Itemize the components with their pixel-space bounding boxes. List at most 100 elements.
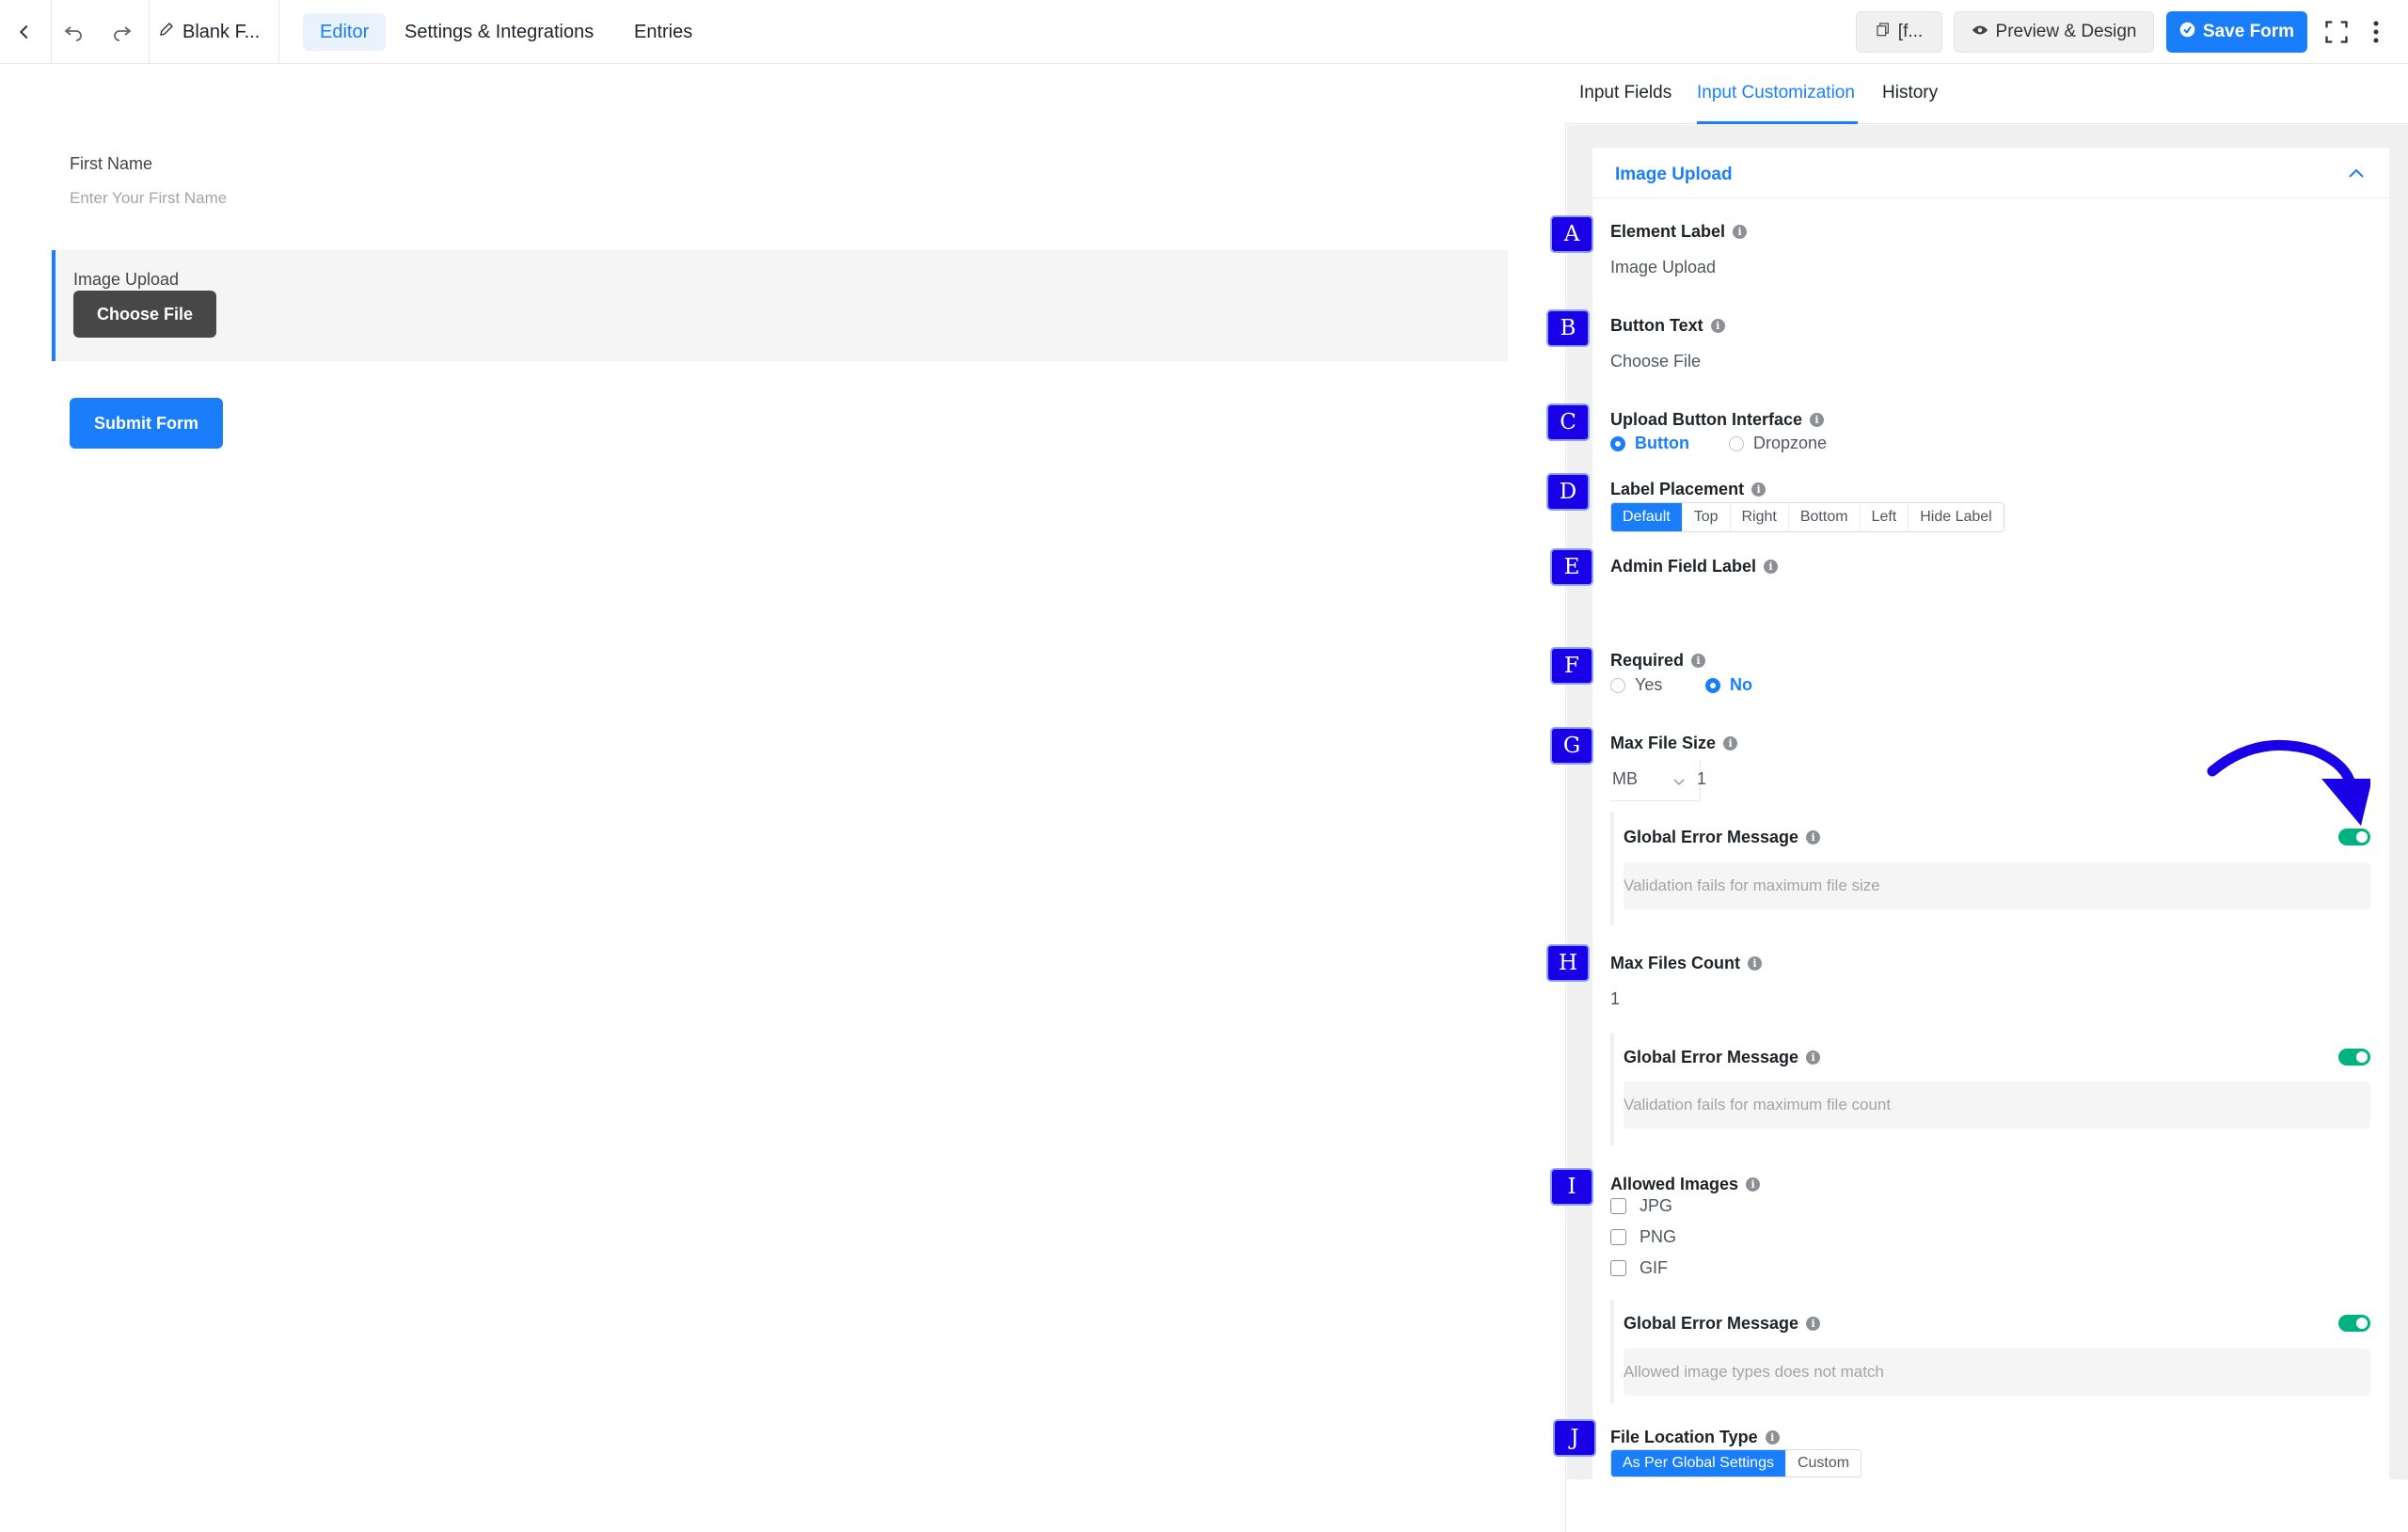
info-icon[interactable]: i <box>1806 1050 1821 1065</box>
error-message-label: Global Error Message <box>1624 828 1799 846</box>
badge-e: E <box>1552 550 1592 584</box>
section-title[interactable]: Image Upload <box>1615 165 1733 185</box>
form-name[interactable]: Blank F... <box>158 21 260 43</box>
label-placement-label: Label Placement <box>1610 480 1745 498</box>
allowed-error-toggle[interactable] <box>2338 1315 2370 1332</box>
max-count-error-toggle[interactable] <box>2338 1049 2370 1066</box>
admin-label-text: Admin Field Label <box>1610 557 1757 576</box>
option-right[interactable]: Right <box>1731 503 1789 531</box>
tab-input-customization[interactable]: Input Customization <box>1697 83 1855 103</box>
divider <box>149 0 150 64</box>
option-default[interactable]: Default <box>1611 503 1683 531</box>
checkbox-label: GIF <box>1640 1258 1668 1277</box>
radio-no[interactable]: No <box>1705 675 1752 695</box>
checkbox-jpg[interactable]: JPG <box>1610 1196 1672 1216</box>
preview-label: Preview & Design <box>1995 22 2137 41</box>
more-vertical-icon[interactable] <box>2361 17 2391 47</box>
tab-entries[interactable]: Entries <box>617 13 709 51</box>
info-icon[interactable]: i <box>1806 1317 1821 1331</box>
redo-icon[interactable] <box>107 17 137 47</box>
upload-interface-title: Upload Button Interface i <box>1610 410 1825 430</box>
upload-interface-label: Upload Button Interface <box>1610 410 1803 429</box>
admin-label-input[interactable] <box>1610 585 2344 623</box>
scrollbar[interactable] <box>2389 125 2408 1479</box>
required-label: Required <box>1610 651 1685 670</box>
save-label: Save Form <box>2202 22 2295 41</box>
button-text-input[interactable]: Choose File <box>1610 352 1701 371</box>
shortcode-button[interactable]: [f... <box>1856 11 1942 53</box>
info-icon[interactable]: i <box>1723 736 1738 750</box>
max-file-size-input[interactable]: 1 <box>1697 769 1706 789</box>
checkbox-label: JPG <box>1640 1196 1673 1215</box>
eye-icon <box>1972 22 1988 42</box>
chevron-up-icon[interactable] <box>2348 164 2365 183</box>
image-upload-field[interactable] <box>52 250 1508 361</box>
allowed-images-title: Allowed Images i <box>1610 1175 1761 1194</box>
max-file-size-title: Max File Size i <box>1610 734 1738 753</box>
info-icon[interactable]: i <box>1765 1430 1780 1445</box>
label-placement-options: Default Top Right Bottom Left Hide Label <box>1610 502 2004 532</box>
max-count-error-title: Global Error Message i <box>1624 1048 1821 1067</box>
allowed-error-input[interactable]: Allowed image types does not match <box>1624 1349 2370 1396</box>
badge-i: I <box>1552 1170 1592 1204</box>
element-label-input[interactable]: Image Upload <box>1610 258 1716 277</box>
option-left[interactable]: Left <box>1861 503 1909 531</box>
allowed-images-label: Allowed Images <box>1610 1175 1739 1193</box>
undo-icon[interactable] <box>58 17 88 47</box>
pencil-icon <box>158 21 175 43</box>
radio-dot <box>1705 677 1720 693</box>
option-global-settings[interactable]: As Per Global Settings <box>1611 1450 1786 1477</box>
badge-j: J <box>1555 1421 1594 1455</box>
info-icon[interactable]: i <box>1764 560 1779 574</box>
file-size-unit-select[interactable]: MB <box>1610 760 1701 801</box>
info-icon[interactable]: i <box>1806 830 1821 845</box>
tab-input-fields[interactable]: Input Fields <box>1579 83 1671 103</box>
badge-b: B <box>1548 311 1588 345</box>
radio-dot <box>1610 435 1625 451</box>
first-name-input[interactable]: Enter Your First Name <box>70 189 227 208</box>
badge-h: H <box>1548 946 1588 980</box>
tab-settings-integrations[interactable]: Settings & Integrations <box>388 13 610 51</box>
info-icon[interactable]: i <box>1691 654 1706 668</box>
radio-label: Dropzone <box>1753 434 1828 452</box>
info-icon[interactable]: i <box>1748 956 1763 971</box>
back-icon[interactable] <box>9 17 40 47</box>
info-icon[interactable]: i <box>1810 413 1825 427</box>
error-placeholder: Validation fails for maximum file size <box>1624 877 1880 894</box>
info-icon[interactable]: i <box>1751 482 1766 497</box>
label-placement-title: Label Placement i <box>1610 480 1766 499</box>
option-top[interactable]: Top <box>1683 503 1731 531</box>
max-size-error-input[interactable]: Validation fails for maximum file size <box>1624 862 2370 909</box>
preview-design-button[interactable]: Preview & Design <box>1954 11 2154 53</box>
radio-label: Yes <box>1635 675 1663 694</box>
max-files-count-title: Max Files Count i <box>1610 954 1763 973</box>
max-files-count-label: Max Files Count <box>1610 954 1741 972</box>
checkbox-gif[interactable]: GIF <box>1610 1258 1668 1278</box>
choose-file-button[interactable]: Choose File <box>73 291 216 338</box>
radio-button[interactable]: Button <box>1610 434 1689 453</box>
radio-dropzone[interactable]: Dropzone <box>1729 434 1827 453</box>
badge-g: G <box>1552 729 1592 763</box>
checkbox-png[interactable]: PNG <box>1610 1227 1676 1247</box>
save-form-button[interactable]: Save Form <box>2166 11 2307 53</box>
fullscreen-icon[interactable] <box>2321 17 2352 47</box>
divider <box>51 0 52 64</box>
option-hide-label[interactable]: Hide Label <box>1909 503 2004 531</box>
info-icon[interactable]: i <box>1733 225 1748 239</box>
copy-icon <box>1876 22 1891 42</box>
info-icon[interactable]: i <box>1710 319 1725 333</box>
badge-a: A <box>1552 217 1592 251</box>
tab-history[interactable]: History <box>1882 83 1938 103</box>
max-files-count-input[interactable]: 1 <box>1610 989 1620 1009</box>
top-bar: Blank F... Editor Settings & Integration… <box>0 0 2408 64</box>
radio-yes[interactable]: Yes <box>1610 675 1662 695</box>
info-icon[interactable]: i <box>1746 1177 1761 1192</box>
max-count-error-input[interactable]: Validation fails for maximum file count <box>1624 1082 2370 1129</box>
option-bottom[interactable]: Bottom <box>1789 503 1861 531</box>
tab-editor[interactable]: Editor <box>303 13 387 51</box>
max-file-size-label: Max File Size <box>1610 734 1717 752</box>
nested-indicator <box>1610 1300 1614 1403</box>
option-custom[interactable]: Custom <box>1786 1450 1861 1477</box>
submit-form-button[interactable]: Submit Form <box>70 398 223 449</box>
panel-tabs <box>1565 64 2408 124</box>
